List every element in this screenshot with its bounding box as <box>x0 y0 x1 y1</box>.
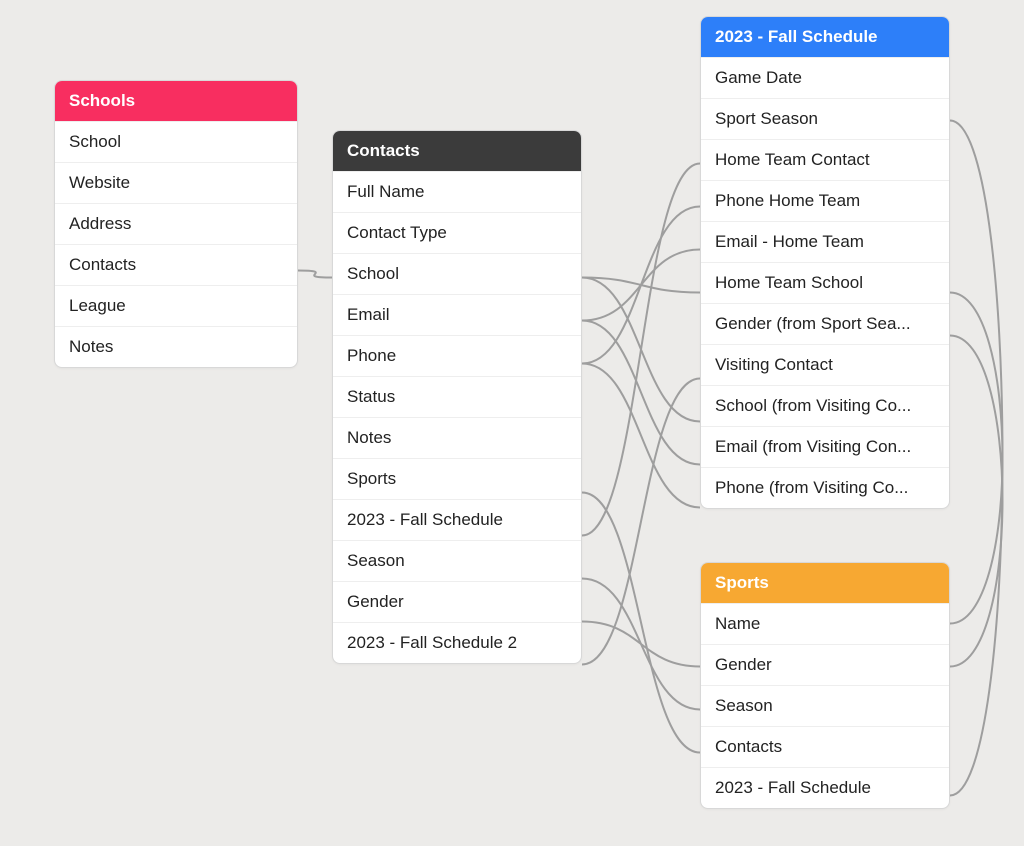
table-contacts[interactable]: ContactsFull NameContact TypeSchoolEmail… <box>332 130 582 664</box>
field-row[interactable]: Gender (from Sport Sea... <box>701 303 949 344</box>
table-fall[interactable]: 2023 - Fall ScheduleGame DateSport Seaso… <box>700 16 950 509</box>
field-row[interactable]: Notes <box>55 326 297 367</box>
relationship-connector <box>582 579 700 710</box>
relationship-connector <box>582 622 700 667</box>
field-row[interactable]: Email <box>333 294 581 335</box>
field-row[interactable]: Status <box>333 376 581 417</box>
field-row[interactable]: Phone (from Visiting Co... <box>701 467 949 508</box>
relationship-connector <box>582 321 700 465</box>
field-row[interactable]: Phone <box>333 335 581 376</box>
field-row[interactable]: Notes <box>333 417 581 458</box>
field-row[interactable]: Website <box>55 162 297 203</box>
field-row[interactable]: School <box>333 253 581 294</box>
relationship-connector <box>582 278 700 422</box>
field-row[interactable]: Game Date <box>701 57 949 98</box>
table-sports[interactable]: SportsNameGenderSeasonContacts2023 - Fal… <box>700 562 950 809</box>
field-row[interactable]: Contact Type <box>333 212 581 253</box>
relationship-connector <box>582 164 700 536</box>
field-row[interactable]: 2023 - Fall Schedule 2 <box>333 622 581 663</box>
field-row[interactable]: Gender <box>701 644 949 685</box>
relationship-connector <box>298 271 332 278</box>
field-row[interactable]: Home Team School <box>701 262 949 303</box>
field-row[interactable]: Sport Season <box>701 98 949 139</box>
field-row[interactable]: Home Team Contact <box>701 139 949 180</box>
field-row[interactable]: Sports <box>333 458 581 499</box>
field-row[interactable]: Gender <box>333 581 581 622</box>
table-header-fall[interactable]: 2023 - Fall Schedule <box>701 17 949 57</box>
field-row[interactable]: League <box>55 285 297 326</box>
relationship-connector <box>950 121 1003 796</box>
relationship-connector <box>582 493 700 753</box>
relationship-connector <box>582 364 700 508</box>
field-row[interactable]: Season <box>701 685 949 726</box>
table-header-sports[interactable]: Sports <box>701 563 949 603</box>
field-row[interactable]: Contacts <box>55 244 297 285</box>
field-row[interactable]: Full Name <box>333 171 581 212</box>
field-row[interactable]: 2023 - Fall Schedule <box>333 499 581 540</box>
relationship-connector <box>950 293 1003 624</box>
relationship-connector <box>950 336 1003 667</box>
field-row[interactable]: Phone Home Team <box>701 180 949 221</box>
field-row[interactable]: School (from Visiting Co... <box>701 385 949 426</box>
field-row[interactable]: Address <box>55 203 297 244</box>
table-schools[interactable]: SchoolsSchoolWebsiteAddressContactsLeagu… <box>54 80 298 368</box>
table-header-contacts[interactable]: Contacts <box>333 131 581 171</box>
field-row[interactable]: Contacts <box>701 726 949 767</box>
field-row[interactable]: Season <box>333 540 581 581</box>
relationship-connector <box>582 207 700 364</box>
schema-canvas[interactable]: { "tables": { "schools": { "title": "Sch… <box>0 0 1024 846</box>
field-row[interactable]: Email - Home Team <box>701 221 949 262</box>
relationship-connector <box>582 379 700 665</box>
relationship-connector <box>582 250 700 321</box>
field-row[interactable]: Visiting Contact <box>701 344 949 385</box>
field-row[interactable]: Email (from Visiting Con... <box>701 426 949 467</box>
field-row[interactable]: 2023 - Fall Schedule <box>701 767 949 808</box>
relationship-connector <box>582 278 700 293</box>
table-header-schools[interactable]: Schools <box>55 81 297 121</box>
field-row[interactable]: Name <box>701 603 949 644</box>
field-row[interactable]: School <box>55 121 297 162</box>
